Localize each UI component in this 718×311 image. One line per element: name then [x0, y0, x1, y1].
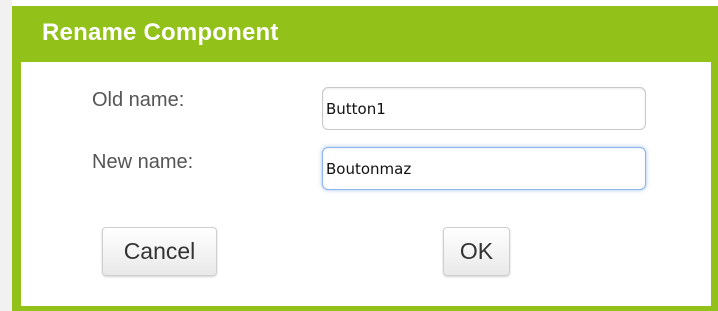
- rename-component-dialog: Rename Component Old name: New name: Can…: [12, 6, 718, 311]
- background-edge: [0, 0, 12, 311]
- dialog-title-bar[interactable]: Rename Component: [12, 6, 718, 62]
- dialog-title: Rename Component: [42, 19, 279, 46]
- cancel-button[interactable]: Cancel: [102, 227, 217, 276]
- ok-button[interactable]: OK: [443, 227, 510, 276]
- new-name-field[interactable]: [322, 147, 646, 190]
- old-name-label: Old name:: [92, 89, 185, 111]
- old-name-field[interactable]: [322, 87, 646, 130]
- dialog-content: Old name: New name: Cancel OK: [21, 62, 711, 306]
- new-name-label: New name:: [92, 151, 194, 173]
